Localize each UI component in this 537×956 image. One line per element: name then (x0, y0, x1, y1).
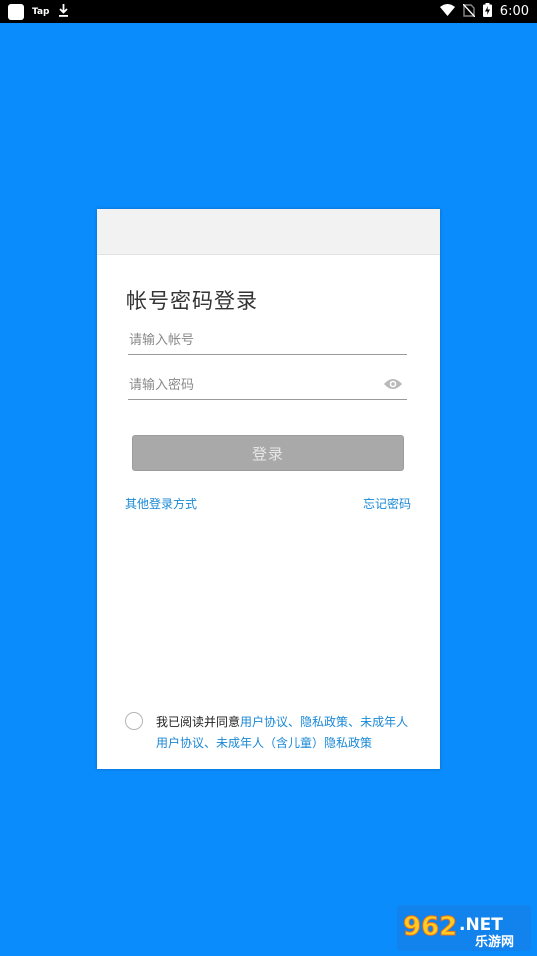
agreement-separator: 、 (288, 715, 301, 729)
status-bar: Tap 6:00 (0, 0, 537, 23)
account-input[interactable] (128, 328, 369, 352)
login-dialog: 帐号密码登录 登录 其他登录方式 忘记密码 我已阅读并同意用户协议、隐私政策、未… (97, 209, 440, 769)
login-button[interactable]: 登录 (132, 435, 404, 471)
other-login-methods-link[interactable]: 其他登录方式 (125, 495, 197, 512)
agreement-checkbox[interactable] (125, 712, 143, 730)
no-sim-icon (462, 3, 476, 20)
watermark-number: 962 (403, 912, 457, 942)
login-title: 帐号密码登录 (126, 289, 258, 313)
battery-charging-icon (482, 3, 492, 20)
agreement-separator: 、 (204, 736, 217, 750)
site-watermark-logo: 962 .NET 乐游网 (397, 905, 531, 951)
user-agreement-link[interactable]: 用户协议 (240, 715, 288, 729)
forgot-password-link[interactable]: 忘记密码 (363, 495, 411, 512)
wifi-icon (439, 4, 455, 19)
status-time: 6:00 (499, 4, 529, 19)
status-bar-right: 6:00 (439, 3, 529, 20)
status-bar-left: Tap (8, 3, 69, 20)
privacy-policy-link[interactable]: 隐私政策 (300, 715, 348, 729)
account-field (128, 326, 407, 355)
agreement-prefix: 我已阅读并同意 (156, 715, 241, 729)
password-input[interactable] (128, 373, 369, 397)
download-icon (58, 3, 69, 20)
password-field (128, 371, 407, 400)
app-notification-icon (8, 3, 24, 20)
tap-notification-label: Tap (32, 6, 50, 17)
dialog-header-bar (97, 209, 440, 255)
show-password-eye-icon[interactable] (383, 376, 403, 392)
watermark-suffix: .NET (459, 915, 503, 935)
agreement-separator: 、 (348, 715, 361, 729)
agreement-text: 我已阅读并同意用户协议、隐私政策、未成年人用户协议、未成年人（含儿童）隐私政策 (156, 712, 416, 754)
watermark-site-name: 乐游网 (475, 934, 514, 950)
child-privacy-policy-link[interactable]: 未成年人（含儿童）隐私政策 (216, 736, 372, 750)
